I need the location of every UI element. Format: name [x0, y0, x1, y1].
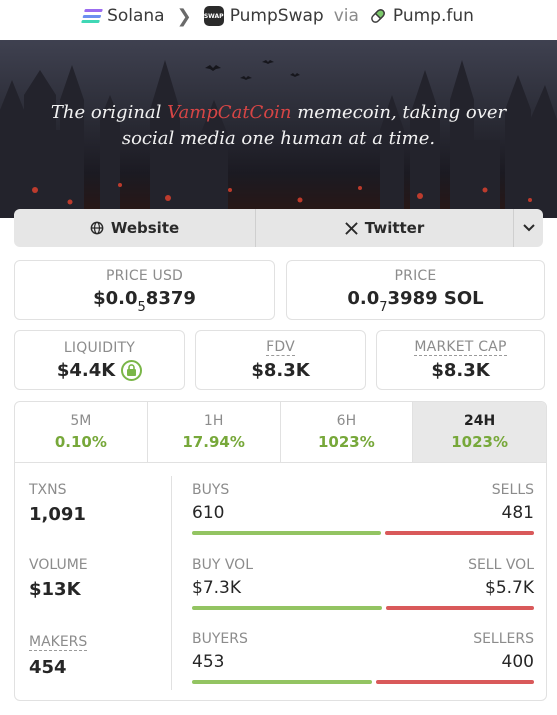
token-banner: The original VampCatCoin memecoin, takin… [0, 40, 557, 218]
more-links-button[interactable] [514, 209, 543, 247]
makers-stat: MAKERS 454 [29, 631, 88, 678]
timeframe-panel: 5M 0.10% 1H 17.94% 6H 1023% 24H 1023% TX… [14, 401, 547, 701]
banner-tagline: The original VampCatCoin memecoin, takin… [0, 100, 557, 152]
liquidity-value-row: $4.4K [56, 359, 143, 381]
tab-24h[interactable]: 24H 1023% [413, 402, 546, 462]
breadcrumb-chain[interactable]: Solana [107, 6, 165, 26]
fdv-card: FDV $8.3K [195, 330, 366, 390]
buyers-sellers-row: BUYERS SELLERS 453 400 [192, 631, 534, 684]
sells-label: SELLS [491, 482, 534, 498]
price-native-label: PRICE [394, 267, 437, 284]
tab-change: 0.10% [54, 433, 107, 451]
price-usd-value: $0.058379 [93, 287, 196, 316]
sell-bar-fill [375, 680, 534, 684]
volume-stat: VOLUME $13K [29, 557, 88, 600]
price-native-card: PRICE 0.073989 SOL [286, 260, 545, 320]
txns-label: TXNS [29, 482, 67, 498]
buy-bar-fill [192, 531, 382, 535]
tagline-post: memecoin, taking over [291, 102, 507, 123]
buys-value: 610 [192, 503, 225, 523]
breadcrumb-via: via [333, 6, 359, 26]
links-bar: Website Twitter [14, 209, 543, 247]
sell-bar-fill [385, 531, 534, 535]
tab-change: 17.94% [182, 433, 245, 451]
buy-vol-label: BUY VOL [192, 557, 254, 573]
buyers-sellers-bar [192, 680, 534, 684]
sell-vol-label: SELL VOL [468, 557, 534, 573]
makers-value: 454 [29, 657, 67, 678]
globe-icon [90, 221, 104, 235]
buy-vol-value: $7.3K [192, 578, 241, 598]
price-native-zeros: 7 [379, 300, 388, 316]
website-button[interactable]: Website [14, 209, 256, 247]
price-native-value: 0.073989 SOL [347, 287, 484, 316]
tab-change: 1023% [451, 433, 509, 451]
price-usd-card: PRICE USD $0.058379 [14, 260, 275, 320]
volume-row: BUY VOL SELL VOL $7.3K $5.7K [192, 557, 534, 610]
breadcrumb-launchpad[interactable]: Pump.fun [393, 6, 474, 26]
tagline-pre: The original [50, 102, 168, 123]
tab-6h[interactable]: 6H 1023% [281, 402, 414, 462]
buyers-value: 453 [192, 652, 225, 672]
buys-label: BUYS [192, 482, 230, 498]
volume-label: VOLUME [29, 557, 88, 573]
volume-bar [192, 606, 534, 610]
price-usd-prefix: $0.0 [93, 287, 138, 309]
txns-value: 1,091 [29, 504, 86, 525]
makers-label[interactable]: MAKERS [29, 635, 88, 651]
twitter-button[interactable]: Twitter [256, 209, 514, 247]
tab-5m[interactable]: 5M 0.10% [15, 402, 148, 462]
solana-icon [81, 9, 103, 23]
breadcrumb-dex[interactable]: PumpSwap [230, 6, 324, 26]
price-native-prefix: 0.0 [347, 287, 380, 309]
buys-sells-row: BUYS SELLS 610 481 [192, 482, 534, 535]
price-usd-digits: 8379 [145, 287, 196, 309]
tab-label: 1H [203, 413, 224, 429]
tab-change: 1023% [317, 433, 375, 451]
lock-icon[interactable] [121, 359, 143, 381]
liquidity-value: $4.4K [56, 359, 116, 381]
breadcrumb: Solana ❯ SWAP PumpSwap via Pump.fun [0, 0, 557, 32]
pill-icon [371, 9, 385, 23]
price-native-digits: 3989 SOL [387, 287, 484, 309]
sellers-label: SELLERS [473, 631, 534, 647]
sell-bar-fill [385, 606, 534, 610]
chevron-down-icon [522, 224, 535, 232]
price-usd-label: PRICE USD [105, 267, 184, 284]
website-label: Website [110, 219, 180, 237]
buyers-label: BUYERS [192, 631, 248, 647]
sell-vol-value: $5.7K [485, 578, 534, 598]
chevron-right-icon: ❯ [176, 5, 192, 27]
fdv-value: $8.3K [251, 359, 310, 381]
timeframe-tabs: 5M 0.10% 1H 17.94% 6H 1023% 24H 1023% [15, 402, 546, 463]
twitter-label: Twitter [364, 219, 425, 237]
market-cap-value: $8.3K [431, 359, 490, 381]
tagline-highlight: VampCatCoin [167, 102, 292, 123]
tab-1h[interactable]: 1H 17.94% [148, 402, 281, 462]
fdv-label[interactable]: FDV [266, 339, 295, 356]
buy-bar-fill [192, 606, 382, 610]
liquidity-label: LIQUIDITY [63, 339, 136, 356]
tab-label: 5M [70, 413, 92, 429]
pumpswap-icon: SWAP [203, 6, 224, 26]
buy-bar-fill [192, 680, 372, 684]
tab-label: 24H [464, 413, 496, 429]
buys-sells-bar [192, 531, 534, 535]
column-divider [171, 476, 172, 690]
tab-label: 6H [336, 413, 357, 429]
x-logo-icon [345, 221, 358, 235]
liquidity-card: LIQUIDITY $4.4K [14, 330, 185, 390]
market-cap-card: MARKET CAP $8.3K [376, 330, 545, 390]
sellers-value: 400 [501, 652, 534, 672]
price-usd-zeros: 5 [137, 300, 146, 316]
txns-stat: TXNS 1,091 [29, 482, 86, 525]
sells-value: 481 [501, 503, 534, 523]
tagline-line2: social media one human at a time. [121, 128, 436, 149]
market-cap-label[interactable]: MARKET CAP [414, 339, 507, 356]
volume-value: $13K [29, 579, 81, 600]
